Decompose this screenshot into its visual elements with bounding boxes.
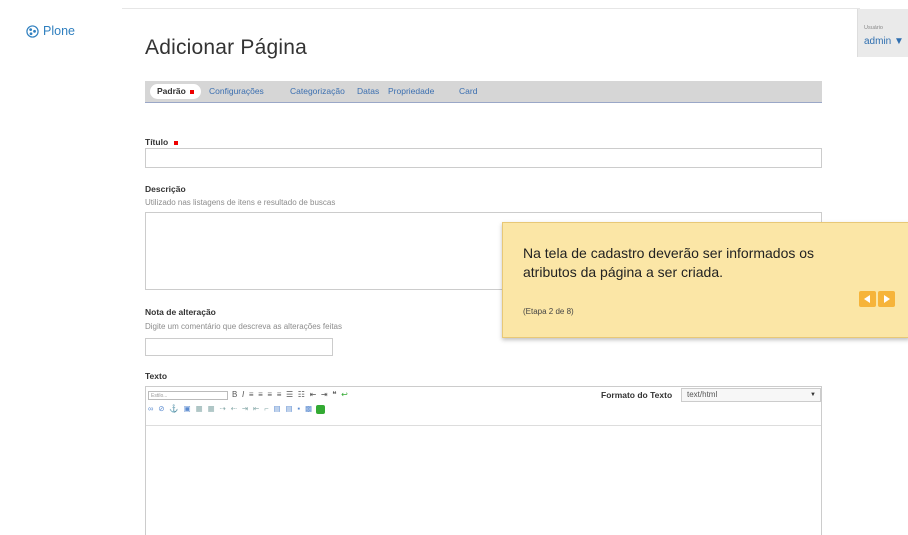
texto-label: Texto	[145, 371, 168, 381]
chevron-down-icon: ▼	[810, 392, 816, 398]
left-column: Plone	[0, 0, 122, 535]
format-label: Formato do Texto	[601, 390, 673, 400]
arrow-right-icon	[884, 295, 890, 303]
next-button[interactable]	[878, 291, 895, 307]
titulo-input[interactable]	[145, 148, 822, 168]
editor-toolbar: Estilo... B I ≡ ≡ ≡ ≡ ☰ ☷ ⇤ ⇥ ❝ ↩ ∞ ⊘ ⚓ …	[146, 387, 821, 426]
nota-input[interactable]	[145, 338, 333, 356]
format-select[interactable]: text/html ▼	[681, 388, 821, 402]
nota-label: Nota de alteração	[145, 307, 216, 317]
tab-datas[interactable]: Datas	[357, 81, 379, 102]
formatting-icons[interactable]: B I ≡ ≡ ≡ ≡ ☰ ☷ ⇤ ⇥ ❝ ↩	[232, 390, 349, 399]
tab-bar: Padrão Configurações Categorização Datas…	[145, 81, 822, 103]
tab-label: Padrão	[157, 86, 186, 96]
user-label: Usuário	[864, 25, 883, 31]
titulo-label-text: Título	[145, 137, 169, 147]
titulo-label: Título	[145, 137, 179, 147]
descricao-label: Descrição	[145, 184, 186, 194]
tour-tooltip: Na tela de cadastro deverão ser informad…	[502, 222, 908, 338]
user-name[interactable]: admin ▼	[864, 36, 904, 47]
tab-configuracoes[interactable]: Configurações	[209, 81, 264, 102]
page-title: Adicionar Página	[145, 36, 307, 59]
rich-text-editor[interactable]: Estilo... B I ≡ ≡ ≡ ≡ ☰ ☷ ⇤ ⇥ ❝ ↩ ∞ ⊘ ⚓ …	[145, 386, 822, 535]
plone-logo-text: Plone	[43, 24, 75, 38]
browser-page: Plone Adicionar Página Padrão Configuraç…	[0, 0, 908, 535]
plone-logo-icon	[26, 24, 39, 38]
prev-button[interactable]	[859, 291, 876, 307]
tab-propriedade[interactable]: Propriedade	[388, 81, 434, 102]
tab-padrao[interactable]: Padrão	[150, 84, 201, 99]
green-action-icon[interactable]	[316, 404, 326, 414]
required-marker	[189, 89, 194, 94]
plone-logo[interactable]: Plone	[26, 24, 75, 38]
nota-help: Digite um comentário que descreva as alt…	[145, 322, 342, 331]
descricao-help: Utilizado nas listagens de itens e resul…	[145, 198, 336, 207]
format-select-value: text/html	[687, 390, 718, 399]
user-menu[interactable]: Usuário admin ▼	[857, 9, 908, 57]
style-select[interactable]: Estilo...	[148, 391, 228, 400]
required-marker	[174, 140, 179, 145]
tooltip-text: Na tela de cadastro deverão ser informad…	[523, 245, 815, 280]
arrow-left-icon	[864, 295, 870, 303]
tab-card[interactable]: Card	[459, 81, 477, 102]
tab-categorizacao[interactable]: Categorização	[290, 81, 345, 102]
tooltip-step: (Etapa 2 de 8)	[523, 307, 574, 316]
insert-icons[interactable]: ∞ ⊘ ⚓ ▣ ▦ ▦ ⇢ ⇠ ⇥ ⇤ ⌐ ▤ ▤ ▪ ▩	[148, 404, 326, 414]
